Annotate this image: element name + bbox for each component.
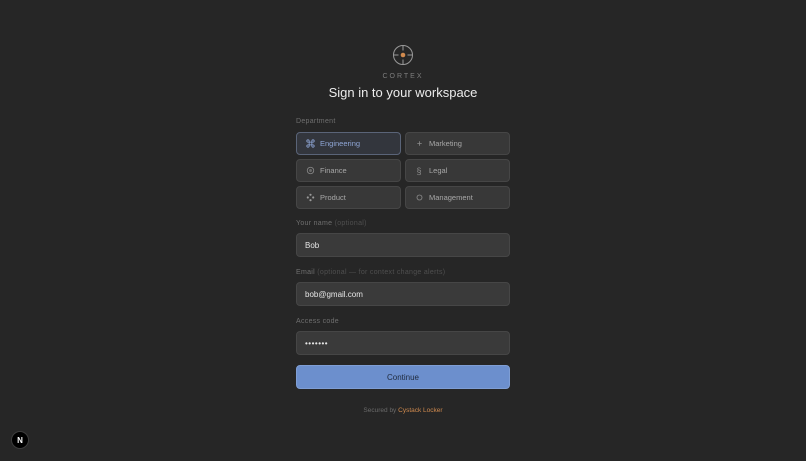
email-label: Email (optional — for context change ale…	[296, 269, 446, 276]
secured-by-footer: Secured by Cystack Locker	[363, 407, 443, 414]
dept-option-product[interactable]: Product	[296, 186, 401, 209]
diamond-dots-icon	[305, 193, 315, 203]
dept-label: Legal	[429, 166, 448, 175]
dept-option-finance[interactable]: Finance	[296, 159, 401, 182]
access-code-input[interactable]: •••••••	[296, 331, 510, 355]
command-icon	[305, 139, 315, 149]
dept-option-management[interactable]: Management	[405, 186, 510, 209]
circle-icon	[305, 166, 315, 176]
name-label: Your name (optional)	[296, 220, 367, 227]
dept-label: Marketing	[429, 139, 462, 148]
department-label: Department	[296, 118, 336, 125]
name-input[interactable]: Bob	[296, 233, 510, 257]
dept-label: Engineering	[320, 139, 361, 148]
access-code-label: Access code	[296, 318, 339, 325]
email-input[interactable]: bob@gmail.com	[296, 282, 510, 306]
page-title: Sign in to your workspace	[328, 85, 478, 100]
continue-button[interactable]: Continue	[296, 365, 510, 389]
ring-icon	[414, 193, 424, 203]
cystack-locker-link[interactable]: Cystack Locker	[398, 407, 442, 414]
crosshair-logo-icon	[392, 44, 414, 66]
dept-option-engineering[interactable]: Engineering	[296, 132, 401, 155]
dept-option-marketing[interactable]: Marketing	[405, 132, 510, 155]
dept-label: Product	[320, 193, 346, 202]
plus-icon	[414, 139, 424, 149]
dev-tools-badge[interactable]: N	[11, 431, 29, 449]
brand-name: CORTEX	[382, 73, 424, 80]
section-icon: §	[416, 165, 422, 176]
dept-option-legal[interactable]: § Legal	[405, 159, 510, 182]
dept-label: Finance	[320, 166, 347, 175]
dept-label: Management	[429, 193, 473, 202]
